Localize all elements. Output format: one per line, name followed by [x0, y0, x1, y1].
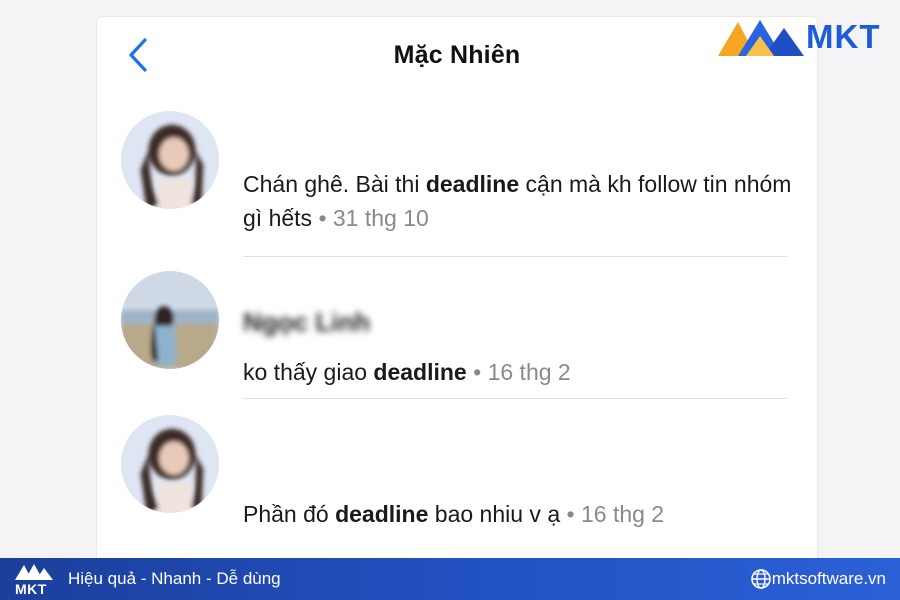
message-date: 16 thg 2 [580, 501, 665, 527]
highlighted-keyword: deadline [373, 359, 467, 385]
message-text: Phần đó deadline bao nhiu v ạ • 16 thg 2 [243, 497, 803, 531]
footer-logo-text: MKT [15, 581, 47, 597]
footer-logo: MKT [14, 562, 56, 597]
message-meta: • 31 thg 10 [318, 205, 429, 231]
footer-website-link[interactable]: mktsoftware.vn [772, 569, 886, 589]
message-text: ko thấy giao deadline • 16 thg 2 [243, 355, 803, 389]
avatar-photo [121, 111, 219, 209]
message-meta: • 16 thg 2 [473, 359, 571, 385]
message-date: 31 thg 10 [332, 205, 429, 231]
avatar [121, 111, 219, 209]
avatar [121, 271, 219, 369]
message-text-part: Phần đó [243, 501, 336, 527]
message-result-1[interactable]: Chán ghê. Bài thi deadline cận mà kh fol… [97, 111, 817, 261]
conversation-search-panel: Mặc Nhiên Chán ghê. Bài thi deadline cận… [96, 16, 818, 562]
globe-icon [751, 569, 771, 589]
message-text-part: Chán ghê. Bài thi [243, 171, 426, 197]
message-result-2[interactable]: Ngọc Linh ko thấy giao deadline • 16 thg… [97, 271, 817, 401]
highlighted-keyword: deadline [425, 171, 520, 197]
brand-logo-text: MKT [806, 18, 881, 55]
avatar-photo [121, 415, 219, 513]
mkt-logo-icon [15, 564, 53, 580]
divider [243, 398, 787, 399]
message-text: Chán ghê. Bài thi deadline cận mà kh fol… [243, 167, 803, 235]
page-title: Mặc Nhiên [393, 41, 521, 69]
divider [243, 256, 787, 257]
footer-slogan: Hiệu quả - Nhanh - Dễ dùng [68, 569, 281, 588]
message-result-3[interactable]: Phần đó deadline bao nhiu v ạ • 16 thg 2 [97, 415, 817, 545]
message-date: 16 thg 2 [487, 359, 571, 385]
avatar [121, 415, 219, 513]
brand-logo: MKT [716, 14, 892, 64]
footer-banner: MKT Hiệu quả - Nhanh - Dễ dùng mktsoftwa… [0, 558, 900, 600]
highlighted-keyword: deadline [335, 501, 429, 527]
message-meta: • 16 thg 2 [566, 501, 665, 527]
message-text-part: ko thấy giao [243, 359, 374, 385]
message-text-part: bao nhiu v ạ [428, 501, 561, 527]
header-bar: Mặc Nhiên [97, 35, 817, 75]
mkt-logo-icon [718, 20, 804, 56]
sender-name: Ngọc Linh [243, 307, 371, 337]
avatar-photo [121, 271, 219, 369]
